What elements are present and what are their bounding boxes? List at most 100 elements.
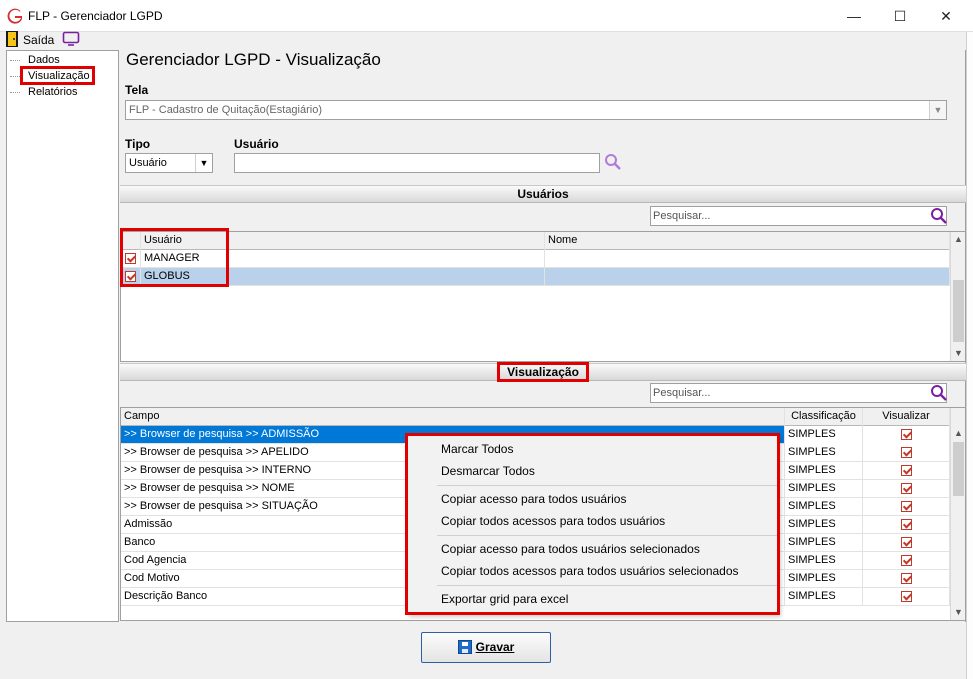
menu-item-exportar-excel[interactable]: Exportar grid para excel <box>441 592 568 606</box>
visualizar-cell[interactable] <box>863 570 950 588</box>
search-icon[interactable] <box>930 207 948 225</box>
scrollbar-thumb[interactable] <box>953 442 964 496</box>
tela-select[interactable]: FLP - Cadastro de Quitação(Estagiário) ▼ <box>125 100 947 120</box>
tree-item-relatorios[interactable]: Relatórios <box>28 86 78 98</box>
column-header-usuario[interactable]: Usuário <box>141 232 545 250</box>
visualizar-cell[interactable] <box>863 498 950 516</box>
row-checkbox[interactable] <box>121 250 141 268</box>
tipo-select[interactable]: Usuário ▼ <box>125 153 213 173</box>
chevron-up-icon[interactable]: ▲ <box>951 426 965 440</box>
visualizacao-grid-header: Campo Classificação Visualizar <box>121 408 950 426</box>
tela-value: FLP - Cadastro de Quitação(Estagiário) <box>129 104 322 116</box>
window-title: FLP - Gerenciador LGPD <box>28 9 163 23</box>
menu-item-copiar-acesso-todos[interactable]: Copiar acesso para todos usuários <box>441 492 626 506</box>
usuarios-grid: Usuário Nome MANAGER GLOBUS ▲ ▼ <box>120 231 966 362</box>
classificacao-cell: SIMPLES <box>785 588 863 606</box>
checkbox-checked-icon[interactable] <box>900 536 912 548</box>
usuario-label: Usuário <box>234 137 279 151</box>
nome-cell <box>545 268 950 286</box>
column-header-campo[interactable]: Campo <box>121 408 785 426</box>
menu-item-desmarcar-todos[interactable]: Desmarcar Todos <box>441 464 535 478</box>
classificacao-cell: SIMPLES <box>785 570 863 588</box>
chevron-down-icon[interactable]: ▼ <box>929 101 946 119</box>
usuario-input[interactable] <box>234 153 600 173</box>
visualizacao-section-header: Visualização <box>120 363 966 381</box>
exit-door-icon[interactable] <box>6 31 18 47</box>
save-button-label: Gravar <box>475 640 515 654</box>
checkbox-checked-icon[interactable] <box>900 518 912 530</box>
menu-item-copiar-acesso-selecionados[interactable]: Copiar acesso para todos usuários seleci… <box>441 542 700 556</box>
chevron-down-icon[interactable]: ▼ <box>951 605 965 619</box>
visualizar-cell[interactable] <box>863 480 950 498</box>
checkbox-checked-icon[interactable] <box>125 252 136 264</box>
minimize-button[interactable]: — <box>831 0 877 32</box>
scrollbar-thumb[interactable] <box>953 280 964 342</box>
search-icon[interactable] <box>930 384 948 402</box>
visualizar-cell[interactable] <box>863 588 950 606</box>
tree-connector <box>10 92 20 93</box>
visualizacao-section-title: Visualização <box>507 365 579 379</box>
visualizar-cell[interactable] <box>863 426 950 444</box>
checkbox-checked-icon[interactable] <box>900 428 912 440</box>
page-title: Gerenciador LGPD - Visualização <box>126 50 381 69</box>
chevron-down-icon[interactable]: ▼ <box>195 154 212 172</box>
classificacao-cell: SIMPLES <box>785 534 863 552</box>
menu-item-copiar-todos-acessos-selecionados[interactable]: Copiar todos acessos para todos usuários… <box>441 564 739 578</box>
classificacao-cell: SIMPLES <box>785 516 863 534</box>
tree-item-dados[interactable]: Dados <box>28 54 60 66</box>
g-logo-icon <box>7 8 22 24</box>
usuarios-scrollbar[interactable]: ▲ ▼ <box>950 232 965 361</box>
menu-separator <box>437 535 777 536</box>
checkbox-checked-icon[interactable] <box>900 500 912 512</box>
visualizar-cell[interactable] <box>863 516 950 534</box>
chevron-down-icon[interactable]: ▼ <box>951 346 965 360</box>
tree-connector <box>10 60 20 61</box>
column-header-classificacao[interactable]: Classificação <box>785 408 863 426</box>
column-header-visualizar[interactable]: Visualizar <box>863 408 950 426</box>
menu-item-copiar-todos-acessos-todos[interactable]: Copiar todos acessos para todos usuários <box>441 514 665 528</box>
chevron-up-icon[interactable]: ▲ <box>951 232 965 246</box>
navigation-tree <box>6 50 119 622</box>
visualizar-cell[interactable] <box>863 462 950 480</box>
checkbox-checked-icon[interactable] <box>900 446 912 458</box>
usuarios-search-input[interactable]: Pesquisar... <box>650 206 947 226</box>
tipo-label: Tipo <box>125 137 151 151</box>
monitor-icon[interactable] <box>62 31 80 47</box>
table-row[interactable]: GLOBUS <box>121 268 950 286</box>
search-icon[interactable] <box>604 153 622 171</box>
visualizacao-search-input[interactable]: Pesquisar... <box>650 383 947 403</box>
usuarios-grid-header: Usuário Nome <box>121 232 950 250</box>
checkbox-checked-icon[interactable] <box>900 464 912 476</box>
close-button[interactable]: ✕ <box>923 0 969 32</box>
background-window-edge <box>966 32 973 679</box>
checkbox-checked-icon[interactable] <box>900 572 912 584</box>
column-header-nome[interactable]: Nome <box>545 232 950 250</box>
classificacao-cell: SIMPLES <box>785 426 863 444</box>
usuarios-section-header: Usuários <box>120 185 966 203</box>
checkbox-checked-icon[interactable] <box>900 554 912 566</box>
menu-bar <box>0 32 973 49</box>
menu-separator <box>437 585 777 586</box>
checkbox-checked-icon[interactable] <box>900 590 912 602</box>
visualizar-cell[interactable] <box>863 444 950 462</box>
checkbox-checked-icon[interactable] <box>900 482 912 494</box>
table-row[interactable]: MANAGER <box>121 250 950 268</box>
classificacao-cell: SIMPLES <box>785 498 863 516</box>
tela-label: Tela <box>125 83 149 97</box>
visualizacao-scrollbar[interactable]: ▲ ▼ <box>950 408 965 620</box>
tree-item-visualizacao[interactable]: Visualização <box>28 70 90 82</box>
checkbox-checked-icon[interactable] <box>125 270 136 282</box>
usuario-cell: MANAGER <box>141 250 545 268</box>
tipo-value: Usuário <box>129 157 167 169</box>
maximize-button[interactable]: ☐ <box>877 0 923 32</box>
classificacao-cell: SIMPLES <box>785 444 863 462</box>
save-button[interactable]: Gravar <box>421 632 551 663</box>
menu-item-marcar-todos[interactable]: Marcar Todos <box>441 442 513 456</box>
menu-separator <box>437 485 777 486</box>
visualizar-cell[interactable] <box>863 534 950 552</box>
row-checkbox[interactable] <box>121 268 141 286</box>
tree-connector <box>10 76 20 77</box>
nome-cell <box>545 250 950 268</box>
saida-menu-item[interactable]: Saída <box>23 33 54 47</box>
visualizar-cell[interactable] <box>863 552 950 570</box>
